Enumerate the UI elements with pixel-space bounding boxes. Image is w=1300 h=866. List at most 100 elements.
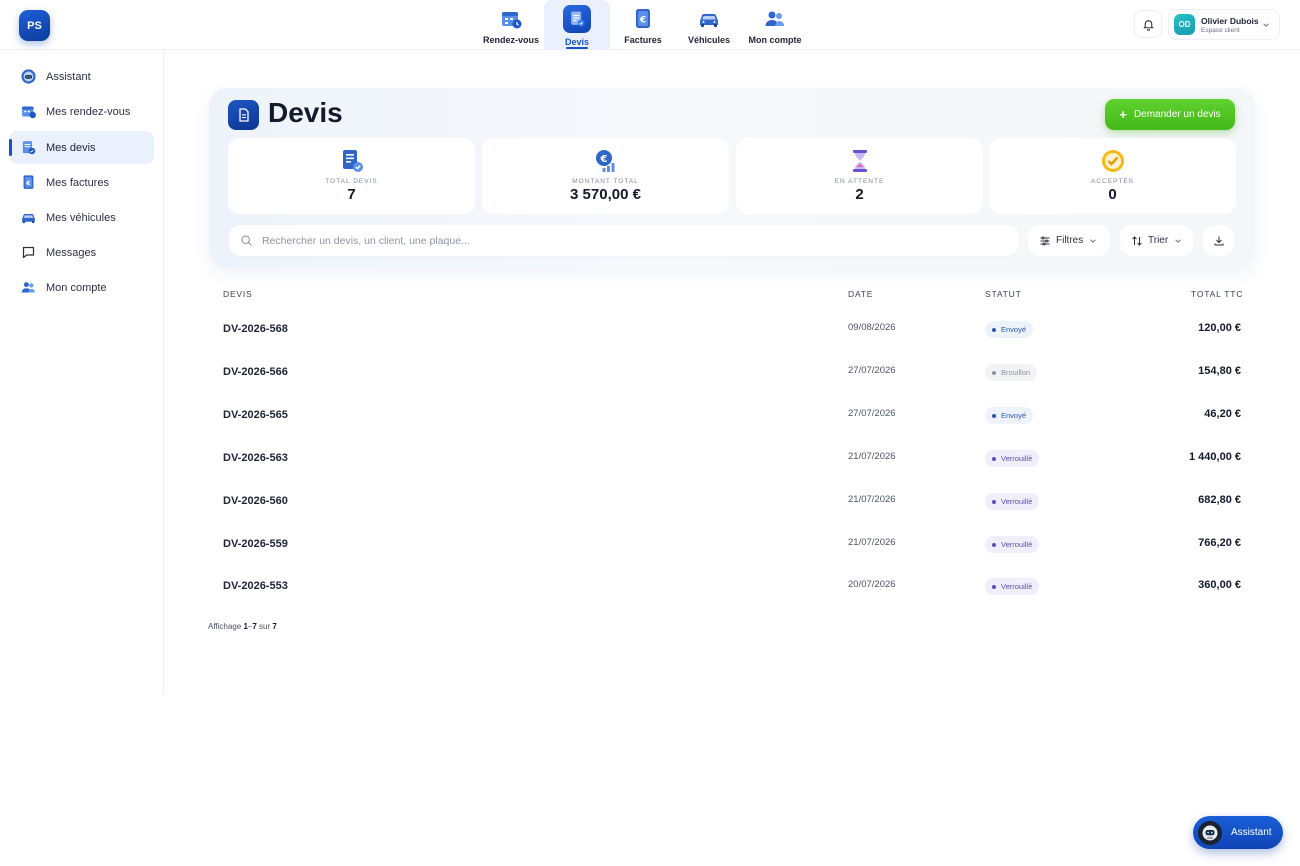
top-nav: Rendez-vous Devis € Factures Véhicules M…: [478, 0, 808, 50]
stat-value: 2: [855, 186, 864, 203]
status-badge: Verrouillé: [985, 578, 1040, 595]
hourglass-icon: [852, 150, 867, 172]
users-icon: [765, 11, 784, 26]
column-header-total[interactable]: TOTAL TTC: [1191, 289, 1243, 299]
sidebar-item-label: Assistant: [46, 70, 91, 83]
quote-id[interactable]: DV-2026-568: [223, 323, 288, 335]
request-quote-button[interactable]: + Demander un devis: [1105, 99, 1235, 130]
sidebar-item-label: Mes rendez-vous: [46, 105, 131, 118]
user-role: Espace client: [1201, 26, 1240, 34]
sidebar-item-label: Mes factures: [46, 176, 109, 189]
plus-icon: +: [1119, 107, 1127, 122]
message-icon: [20, 244, 37, 261]
quote-total: 46,20 €: [1204, 408, 1241, 420]
quote-date: 21/07/2026: [848, 537, 896, 548]
table-row[interactable]: DV-2026-566 27/07/2026 Brouillon 154,80 …: [223, 364, 1241, 388]
chevron-down-icon: [1090, 238, 1097, 243]
quote-id[interactable]: DV-2026-560: [223, 495, 288, 507]
document-icon: [228, 100, 259, 130]
sidebar-item-label: Mon compte: [46, 281, 107, 294]
stat-en-attente: EN ATTENTE 2: [736, 138, 983, 214]
status-badge: Brouillon: [985, 364, 1038, 381]
sidebar-item-assistant[interactable]: Assistant: [9, 60, 154, 93]
status-badge: Verrouillé: [985, 493, 1040, 510]
car-icon: [20, 209, 37, 226]
filters-button[interactable]: Filtres: [1028, 225, 1110, 256]
page-title: Devis: [268, 97, 343, 128]
topnav-rendez-vous[interactable]: Rendez-vous: [478, 0, 544, 50]
sidebar-item-vehicules[interactable]: Mes véhicules: [9, 201, 154, 234]
quote-id[interactable]: DV-2026-565: [223, 409, 288, 421]
stat-acceptes: ACCEPTÉS 0: [989, 138, 1236, 214]
search-input[interactable]: [262, 234, 962, 247]
assistant-icon: [20, 68, 37, 85]
quote-id[interactable]: DV-2026-553: [223, 580, 288, 592]
car-icon: [700, 14, 718, 27]
svg-text:€: €: [25, 179, 30, 187]
assistant-fab-label: Assistant: [1231, 827, 1272, 838]
search-icon: [241, 235, 252, 246]
quote-id[interactable]: DV-2026-559: [223, 538, 288, 550]
notifications-button[interactable]: [1134, 10, 1162, 38]
sort-icon: [1132, 235, 1142, 246]
sidebar-item-mon-compte[interactable]: Mon compte: [9, 271, 154, 304]
topnav-vehicules[interactable]: Véhicules: [676, 0, 742, 50]
table-row[interactable]: DV-2026-568 09/08/2026 Envoyé 120,00 €: [223, 321, 1241, 345]
column-header-date[interactable]: DATE: [848, 289, 873, 299]
topnav-mon-compte[interactable]: Mon compte: [742, 0, 808, 50]
invoice-euro-icon: €: [636, 9, 650, 28]
stat-total-devis: TOTAL DEVIS 7: [228, 138, 475, 214]
stat-montant-total: € MONTANT TOTAL 3 570,00 €: [482, 138, 729, 214]
column-header-devis[interactable]: DEVIS: [223, 289, 253, 299]
app-logo[interactable]: PS: [19, 10, 50, 41]
status-badge: Verrouillé: [985, 536, 1040, 553]
devis-header-card: Devis + Demander un devis TOTAL DEVIS 7 …: [209, 88, 1255, 268]
quote-total: 766,20 €: [1198, 537, 1241, 549]
topnav-label: Véhicules: [687, 35, 731, 45]
check-badge-icon: [1101, 150, 1124, 172]
status-badge: Envoyé: [985, 321, 1034, 338]
euro-chart-icon: €: [595, 150, 614, 172]
quote-date: 27/07/2026: [848, 408, 896, 419]
topnav-label: Rendez-vous: [482, 35, 539, 45]
sidebar-item-messages[interactable]: Messages: [9, 236, 154, 269]
quote-date: 09/08/2026: [848, 322, 896, 333]
topnav-devis[interactable]: Devis: [544, 0, 610, 50]
quote-date: 27/07/2026: [848, 365, 896, 376]
column-header-statut[interactable]: STATUT: [985, 289, 1022, 299]
user-menu[interactable]: OD Olivier Dubois Espace client: [1168, 9, 1280, 40]
quote-document-icon: [563, 5, 591, 33]
table-row[interactable]: DV-2026-559 21/07/2026 Verrouillé 766,20…: [223, 536, 1241, 560]
table-row[interactable]: DV-2026-560 21/07/2026 Verrouillé 682,80…: [223, 493, 1241, 517]
invoice-euro-icon: €: [20, 174, 37, 191]
quote-id[interactable]: DV-2026-566: [223, 366, 288, 378]
calendar-icon: [20, 103, 37, 120]
logo-text: PS: [27, 19, 42, 32]
assistant-fab-button[interactable]: Assistant: [1193, 816, 1283, 849]
quote-total: 1 440,00 €: [1189, 451, 1241, 463]
quote-total: 154,80 €: [1198, 365, 1241, 377]
sort-button[interactable]: Trier: [1120, 225, 1193, 256]
topnav-factures[interactable]: € Factures: [610, 0, 676, 50]
request-quote-label: Demander un devis: [1133, 109, 1221, 120]
sidebar: Assistant Mes rendez-vous Mes devis € Me…: [0, 50, 164, 695]
sidebar-item-rendez-vous[interactable]: Mes rendez-vous: [9, 95, 154, 128]
export-button[interactable]: [1203, 225, 1234, 256]
stat-label: TOTAL DEVIS: [325, 178, 378, 185]
quote-total: 682,80 €: [1198, 494, 1241, 506]
topnav-label: Mon compte: [748, 35, 802, 45]
topnav-label: Devis: [564, 37, 590, 47]
robot-icon: [1198, 820, 1222, 845]
table-row[interactable]: DV-2026-563 21/07/2026 Verrouillé 1 440,…: [223, 450, 1241, 474]
sidebar-item-devis[interactable]: Mes devis: [9, 131, 154, 164]
sidebar-item-factures[interactable]: € Mes factures: [9, 166, 154, 199]
table-row[interactable]: DV-2026-553 20/07/2026 Verrouillé 360,00…: [223, 578, 1241, 602]
quote-date: 21/07/2026: [848, 451, 896, 462]
stat-label: EN ATTENTE: [834, 178, 885, 185]
topnav-label: Factures: [624, 35, 662, 45]
stat-value: 3 570,00 €: [570, 186, 641, 203]
sort-label: Trier: [1148, 235, 1169, 246]
quote-document-icon: [20, 139, 37, 156]
table-row[interactable]: DV-2026-565 27/07/2026 Envoyé 46,20 €: [223, 407, 1241, 431]
quote-id[interactable]: DV-2026-563: [223, 452, 288, 464]
